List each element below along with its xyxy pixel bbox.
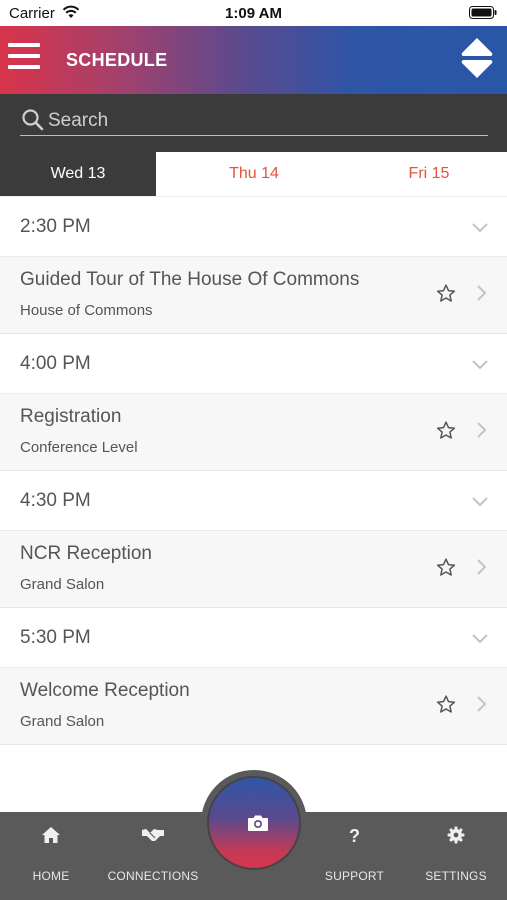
event-location: Grand Salon: [20, 576, 105, 593]
nav-connections[interactable]: CONNECTIONS: [102, 812, 204, 900]
event-location: Conference Level: [20, 439, 138, 456]
chevron-right-icon: [477, 422, 487, 443]
hamburger-menu-icon[interactable]: [8, 43, 40, 77]
event-title: Registration: [20, 406, 122, 427]
search-icon: [22, 109, 44, 136]
event-title: Guided Tour of The House Of Commons: [20, 269, 360, 290]
time-header[interactable]: 2:30 PM: [0, 197, 507, 257]
chevron-down-icon: [472, 220, 488, 238]
status-bar: Carrier 1:09 AM: [0, 0, 507, 26]
event-item[interactable]: Guided Tour of The House Of Commons Hous…: [0, 257, 507, 334]
search-bar: [0, 94, 507, 152]
camera-button[interactable]: [201, 770, 307, 876]
nav-settings-label: SETTINGS: [425, 869, 487, 883]
schedule-list: 2:30 PM Guided Tour of The House Of Comm…: [0, 197, 507, 745]
nav-home-label: HOME: [32, 869, 70, 883]
clock: 1:09 AM: [225, 5, 282, 22]
event-title: Welcome Reception: [20, 680, 190, 701]
event-location: Grand Salon: [20, 713, 105, 730]
event-item[interactable]: Registration Conference Level: [0, 394, 507, 471]
nav-settings[interactable]: SETTINGS: [405, 812, 507, 900]
event-item[interactable]: Welcome Reception Grand Salon: [0, 668, 507, 745]
nav-connections-label: CONNECTIONS: [107, 869, 199, 883]
time-header[interactable]: 5:30 PM: [0, 608, 507, 668]
nav-support-label: SUPPORT: [324, 869, 385, 883]
tab-wed-13[interactable]: Wed 13: [0, 152, 156, 196]
chevron-right-icon: [477, 285, 487, 306]
chevron-right-icon: [477, 696, 487, 717]
camera-icon: [247, 814, 269, 837]
event-item[interactable]: NCR Reception Grand Salon: [0, 531, 507, 608]
app-header: SCHEDULE: [0, 26, 507, 94]
tab-thu-14[interactable]: Thu 14: [176, 152, 332, 196]
star-icon[interactable]: [436, 421, 456, 445]
tab-fri-15[interactable]: Fri 15: [351, 152, 507, 196]
search-box: [20, 106, 488, 136]
sort-up-down-icon[interactable]: [461, 36, 493, 80]
star-icon[interactable]: [436, 558, 456, 582]
page-title: SCHEDULE: [66, 50, 168, 70]
search-input[interactable]: [48, 108, 478, 134]
time-label: 4:30 PM: [20, 490, 91, 511]
time-header[interactable]: 4:30 PM: [0, 471, 507, 531]
day-tabs: Wed 13 Thu 14 Fri 15: [0, 152, 507, 197]
nav-support[interactable]: ? SUPPORT: [304, 812, 405, 900]
event-title: NCR Reception: [20, 543, 152, 564]
camera-button-inner: [207, 776, 301, 870]
time-label: 5:30 PM: [20, 627, 91, 648]
battery-icon: [469, 6, 497, 24]
time-label: 4:00 PM: [20, 353, 91, 374]
gear-icon: [405, 826, 507, 846]
chevron-down-icon: [472, 494, 488, 512]
time-header[interactable]: 4:00 PM: [0, 334, 507, 394]
chevron-down-icon: [472, 631, 488, 649]
event-location: House of Commons: [20, 302, 153, 319]
time-label: 2:30 PM: [20, 216, 91, 237]
chevron-down-icon: [472, 357, 488, 375]
nav-home[interactable]: HOME: [0, 812, 102, 900]
chevron-right-icon: [477, 559, 487, 580]
star-icon[interactable]: [436, 284, 456, 308]
question-icon: ?: [349, 826, 360, 846]
star-icon[interactable]: [436, 695, 456, 719]
handshake-icon: [102, 826, 204, 846]
home-icon: [0, 826, 102, 846]
